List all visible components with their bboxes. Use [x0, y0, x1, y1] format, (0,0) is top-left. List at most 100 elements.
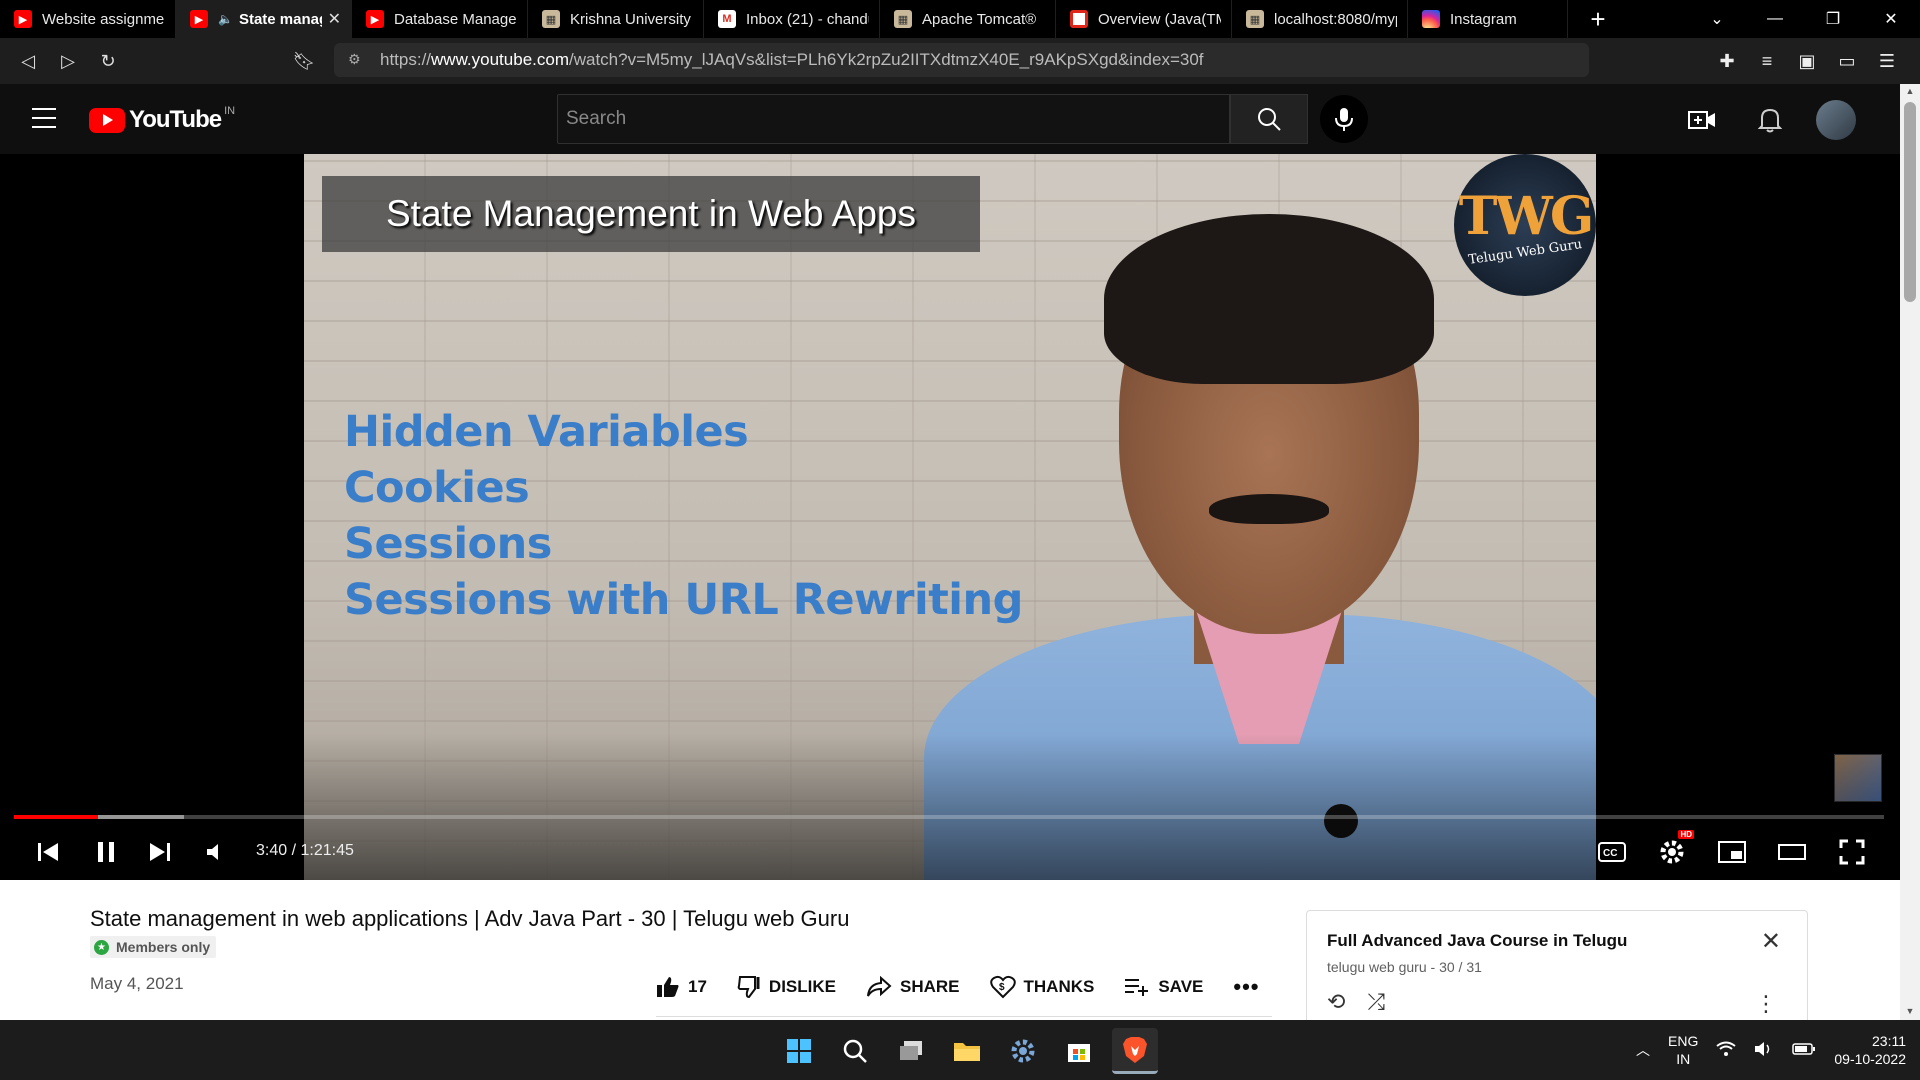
playlist-title[interactable]: Full Advanced Java Course in Telugu	[1327, 931, 1627, 951]
bookmark-icon[interactable]: 🔖︎	[284, 41, 324, 81]
tab-state-management[interactable]: ▶ 🔈 State manag ✕	[176, 0, 352, 38]
new-tab-button[interactable]: +	[1568, 0, 1628, 38]
search-icon	[1258, 108, 1281, 131]
browser-tab-strip: ▶ Website assignmen ▶ 🔈 State manag ✕ ▶ …	[0, 0, 1920, 38]
tab-website-assignment[interactable]: ▶ Website assignmen	[0, 0, 176, 38]
subtitles-button[interactable]: CC	[1592, 832, 1632, 872]
close-window-button[interactable]: ✕	[1862, 0, 1920, 38]
back-button[interactable]: ◁	[8, 41, 48, 81]
close-tab-icon[interactable]: ✕	[328, 9, 341, 29]
avatar[interactable]	[1816, 100, 1856, 140]
tab-localhost[interactable]: ▦ localhost:8080/myp	[1232, 0, 1408, 38]
dislike-button[interactable]: DISLIKE	[737, 976, 836, 998]
language-code: ENG	[1668, 1033, 1699, 1049]
battery-icon[interactable]	[1792, 1042, 1816, 1059]
search-button[interactable]	[1230, 94, 1308, 144]
settings-app-button[interactable]	[1000, 1028, 1046, 1074]
scroll-up-icon[interactable]: ▲	[1904, 86, 1916, 98]
wallet-icon[interactable]: ▭	[1834, 48, 1860, 74]
members-only-badge: ★ Members only	[90, 936, 217, 958]
system-tray: ︿ ENG IN 23:11 09-10-2022	[1636, 1020, 1906, 1080]
scroll-down-icon[interactable]: ▼	[1904, 1006, 1916, 1018]
share-label: SHARE	[899, 977, 960, 996]
close-playlist-icon[interactable]: ✕	[1761, 927, 1781, 956]
video-player[interactable]: State Management in Web Apps Hidden Vari…	[0, 154, 1900, 880]
create-video-button[interactable]	[1680, 98, 1724, 142]
like-button[interactable]: 17	[656, 976, 707, 998]
video-info-section: State management in web applications | A…	[0, 880, 1900, 1030]
extensions-icon[interactable]: ✚	[1714, 48, 1740, 74]
theater-mode-button[interactable]	[1772, 832, 1812, 872]
video-camera-add-icon	[1688, 111, 1715, 129]
search-input[interactable]: Search	[557, 94, 1230, 144]
taskbar-search-button[interactable]	[832, 1028, 878, 1074]
search-box: Search	[557, 94, 1230, 144]
language-indicator[interactable]: ENG IN	[1668, 1032, 1698, 1068]
sidebar-icon[interactable]: ▣	[1794, 48, 1820, 74]
folder-icon	[954, 1043, 980, 1061]
progress-bar[interactable]	[14, 815, 1884, 819]
loop-playlist-icon[interactable]: ⟲	[1327, 989, 1345, 1015]
clock[interactable]: 23:11 09-10-2022	[1834, 1032, 1906, 1068]
miniplayer-icon	[1718, 841, 1746, 863]
wifi-icon[interactable]	[1716, 1041, 1736, 1060]
page-scrollbar[interactable]: ▲ ▼	[1900, 84, 1920, 1020]
thanks-label: THANKS	[1023, 977, 1095, 996]
video-actions: 17 DISLIKE SHARE $ THANKS SAVE •••	[656, 974, 1260, 1000]
brave-browser-button[interactable]	[1112, 1028, 1158, 1074]
tab-apache-tomcat[interactable]: ▦ Apache Tomcat®	[880, 0, 1056, 38]
menu-icon[interactable]: ☰	[1874, 48, 1900, 74]
youtube-logo[interactable]: YouTube IN	[89, 105, 235, 134]
shuffle-icon[interactable]: ⤮	[1367, 989, 1385, 1015]
playlist-menu-icon[interactable]: ⋮	[1755, 991, 1777, 1017]
start-button[interactable]	[776, 1028, 822, 1074]
tab-search-chevron-icon[interactable]: ⌄	[1688, 0, 1746, 38]
speaker-icon[interactable]	[1754, 1041, 1774, 1060]
scrollbar-thumb[interactable]	[1904, 102, 1916, 302]
mute-button[interactable]	[196, 832, 236, 872]
notifications-button[interactable]	[1748, 98, 1792, 142]
speaker-icon[interactable]: 🔈	[218, 12, 233, 26]
playlist-queue-icon[interactable]: ≡	[1754, 48, 1780, 74]
tab-krishna-university[interactable]: ▦ Krishna University	[528, 0, 704, 38]
more-actions-icon[interactable]: •••	[1233, 974, 1259, 1000]
hamburger-menu-icon[interactable]	[32, 108, 56, 128]
tab-java-overview[interactable]: Overview (Java(TM)	[1056, 0, 1232, 38]
youtube-icon: ▶	[366, 10, 384, 28]
save-button[interactable]: SAVE	[1124, 977, 1203, 997]
voice-search-button[interactable]	[1320, 95, 1368, 143]
fullscreen-button[interactable]	[1832, 832, 1872, 872]
site-info-icon[interactable]: ⚙︎	[348, 51, 366, 69]
gear-icon	[1011, 1039, 1035, 1063]
reload-button[interactable]: ↻	[88, 41, 128, 81]
task-view-icon	[900, 1041, 922, 1060]
dislike-label: DISLIKE	[768, 977, 836, 996]
tab-title: Apache Tomcat®	[922, 10, 1037, 28]
tab-database-management[interactable]: ▶ Database Managem	[352, 0, 528, 38]
address-bar[interactable]: ⚙︎ https://www.youtube.com/watch?v=M5my_…	[334, 43, 1589, 77]
taskbar: ︿ ENG IN 23:11 09-10-2022	[0, 1020, 1920, 1080]
playlist-channel[interactable]: telugu web guru	[1327, 959, 1427, 975]
brave-lion-icon	[1123, 1036, 1147, 1063]
theater-icon	[1778, 844, 1806, 860]
url-prefix: https://	[380, 50, 432, 69]
miniplayer-button[interactable]	[1712, 832, 1752, 872]
tab-gmail-inbox[interactable]: M Inbox (21) - chandu	[704, 0, 880, 38]
pause-button[interactable]	[86, 832, 126, 872]
forward-button[interactable]: ▷	[48, 41, 88, 81]
closed-captions-icon: CC	[1598, 842, 1626, 862]
previous-button[interactable]	[28, 832, 68, 872]
settings-button[interactable]: HD	[1652, 830, 1694, 872]
share-button[interactable]: SHARE	[866, 976, 960, 998]
video-heading-box: State Management in Web Apps	[322, 176, 980, 252]
tab-instagram[interactable]: Instagram	[1408, 0, 1568, 38]
region-code: IN	[1676, 1051, 1691, 1067]
file-explorer-button[interactable]	[944, 1028, 990, 1074]
restore-button[interactable]: ❐	[1804, 0, 1862, 38]
microsoft-store-button[interactable]	[1056, 1028, 1102, 1074]
show-hidden-icons-chevron-icon[interactable]: ︿	[1636, 1040, 1650, 1060]
minimize-button[interactable]: —	[1746, 0, 1804, 38]
thanks-button[interactable]: $ THANKS	[989, 975, 1095, 999]
next-button[interactable]	[140, 832, 180, 872]
task-view-button[interactable]	[888, 1028, 934, 1074]
